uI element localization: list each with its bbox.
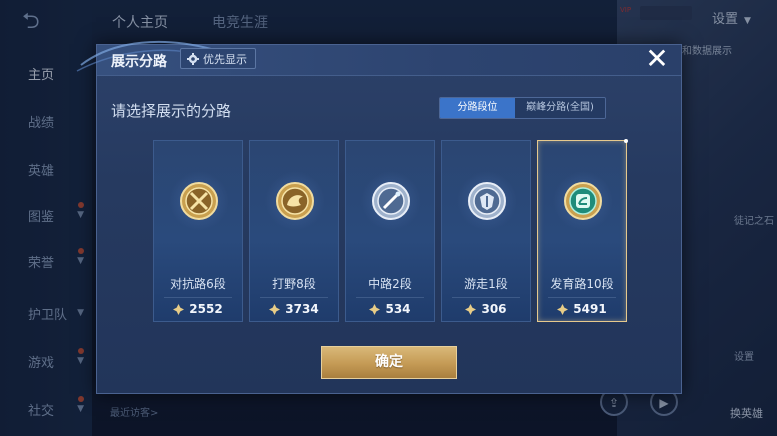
close-icon[interactable]: ✕: [643, 45, 671, 74]
lane-score: 534: [346, 302, 434, 316]
lane-score-value: 3734: [285, 302, 319, 316]
power-score-icon: [465, 303, 477, 315]
wing-shield-emblem-icon: [468, 182, 506, 220]
dialog-prompt: 请选择展示的分路: [111, 102, 232, 120]
power-score-icon: [269, 303, 281, 315]
lane-card[interactable]: 中路2段 534: [345, 140, 435, 322]
lane-score: 2552: [154, 302, 242, 316]
lane-score: 5491: [538, 302, 626, 316]
tab-peak-lane-national[interactable]: 巅峰分路(全国): [515, 98, 605, 118]
bow-emblem-icon: [564, 182, 602, 220]
lane-score-value: 2552: [189, 302, 223, 316]
card-divider: [452, 297, 520, 298]
lane-score-value: 5491: [573, 302, 607, 316]
card-divider: [356, 297, 424, 298]
lane-score-value: 534: [385, 302, 411, 316]
power-score-icon: [557, 303, 569, 315]
lane-rank-name: 中路2段: [368, 277, 412, 291]
card-divider: [164, 297, 232, 298]
lane-rank-name: 游走1段: [464, 277, 508, 291]
lane-rank-name: 对抗路6段: [170, 277, 226, 291]
sword-cross-emblem-icon: [180, 182, 218, 220]
lane-rank-name: 打野8段: [272, 277, 316, 291]
lane-score-value: 306: [481, 302, 507, 316]
lane-cards: 对抗路6段 2552 打野8段 3734 中路2段 534 游走1段 306 发…: [153, 139, 628, 322]
priority-display-label: 优先显示: [203, 52, 247, 66]
power-score-icon: [173, 303, 185, 315]
selected-indicator: [624, 139, 628, 143]
lane-card[interactable]: 对抗路6段 2552: [153, 140, 243, 322]
lane-card[interactable]: 发育路10段 5491: [537, 139, 628, 322]
confirm-button[interactable]: 确定: [321, 346, 457, 379]
dragon-emblem-icon: [276, 182, 314, 220]
lane-score: 306: [442, 302, 530, 316]
tab-lane-rank[interactable]: 分路段位: [440, 98, 515, 118]
card-divider: [260, 297, 328, 298]
power-score-icon: [369, 303, 381, 315]
dialog-title: 展示分路: [111, 54, 167, 70]
lane-card[interactable]: 打野8段 3734: [249, 140, 339, 322]
lane-card[interactable]: 游走1段 306: [441, 140, 531, 322]
lane-display-dialog: 展示分路 优先显示 ✕ 请选择展示的分路 分路段位 巅峰分路(全国) 对抗路6段…: [76, 41, 682, 394]
lane-score: 3734: [250, 302, 338, 316]
ranking-type-toggle: 分路段位 巅峰分路(全国): [439, 97, 606, 119]
gear-icon: [187, 52, 199, 65]
lane-rank-name: 发育路10段: [550, 277, 614, 291]
priority-display-button[interactable]: 优先显示: [180, 48, 256, 69]
staff-emblem-icon: [372, 182, 410, 220]
card-divider: [548, 297, 616, 298]
